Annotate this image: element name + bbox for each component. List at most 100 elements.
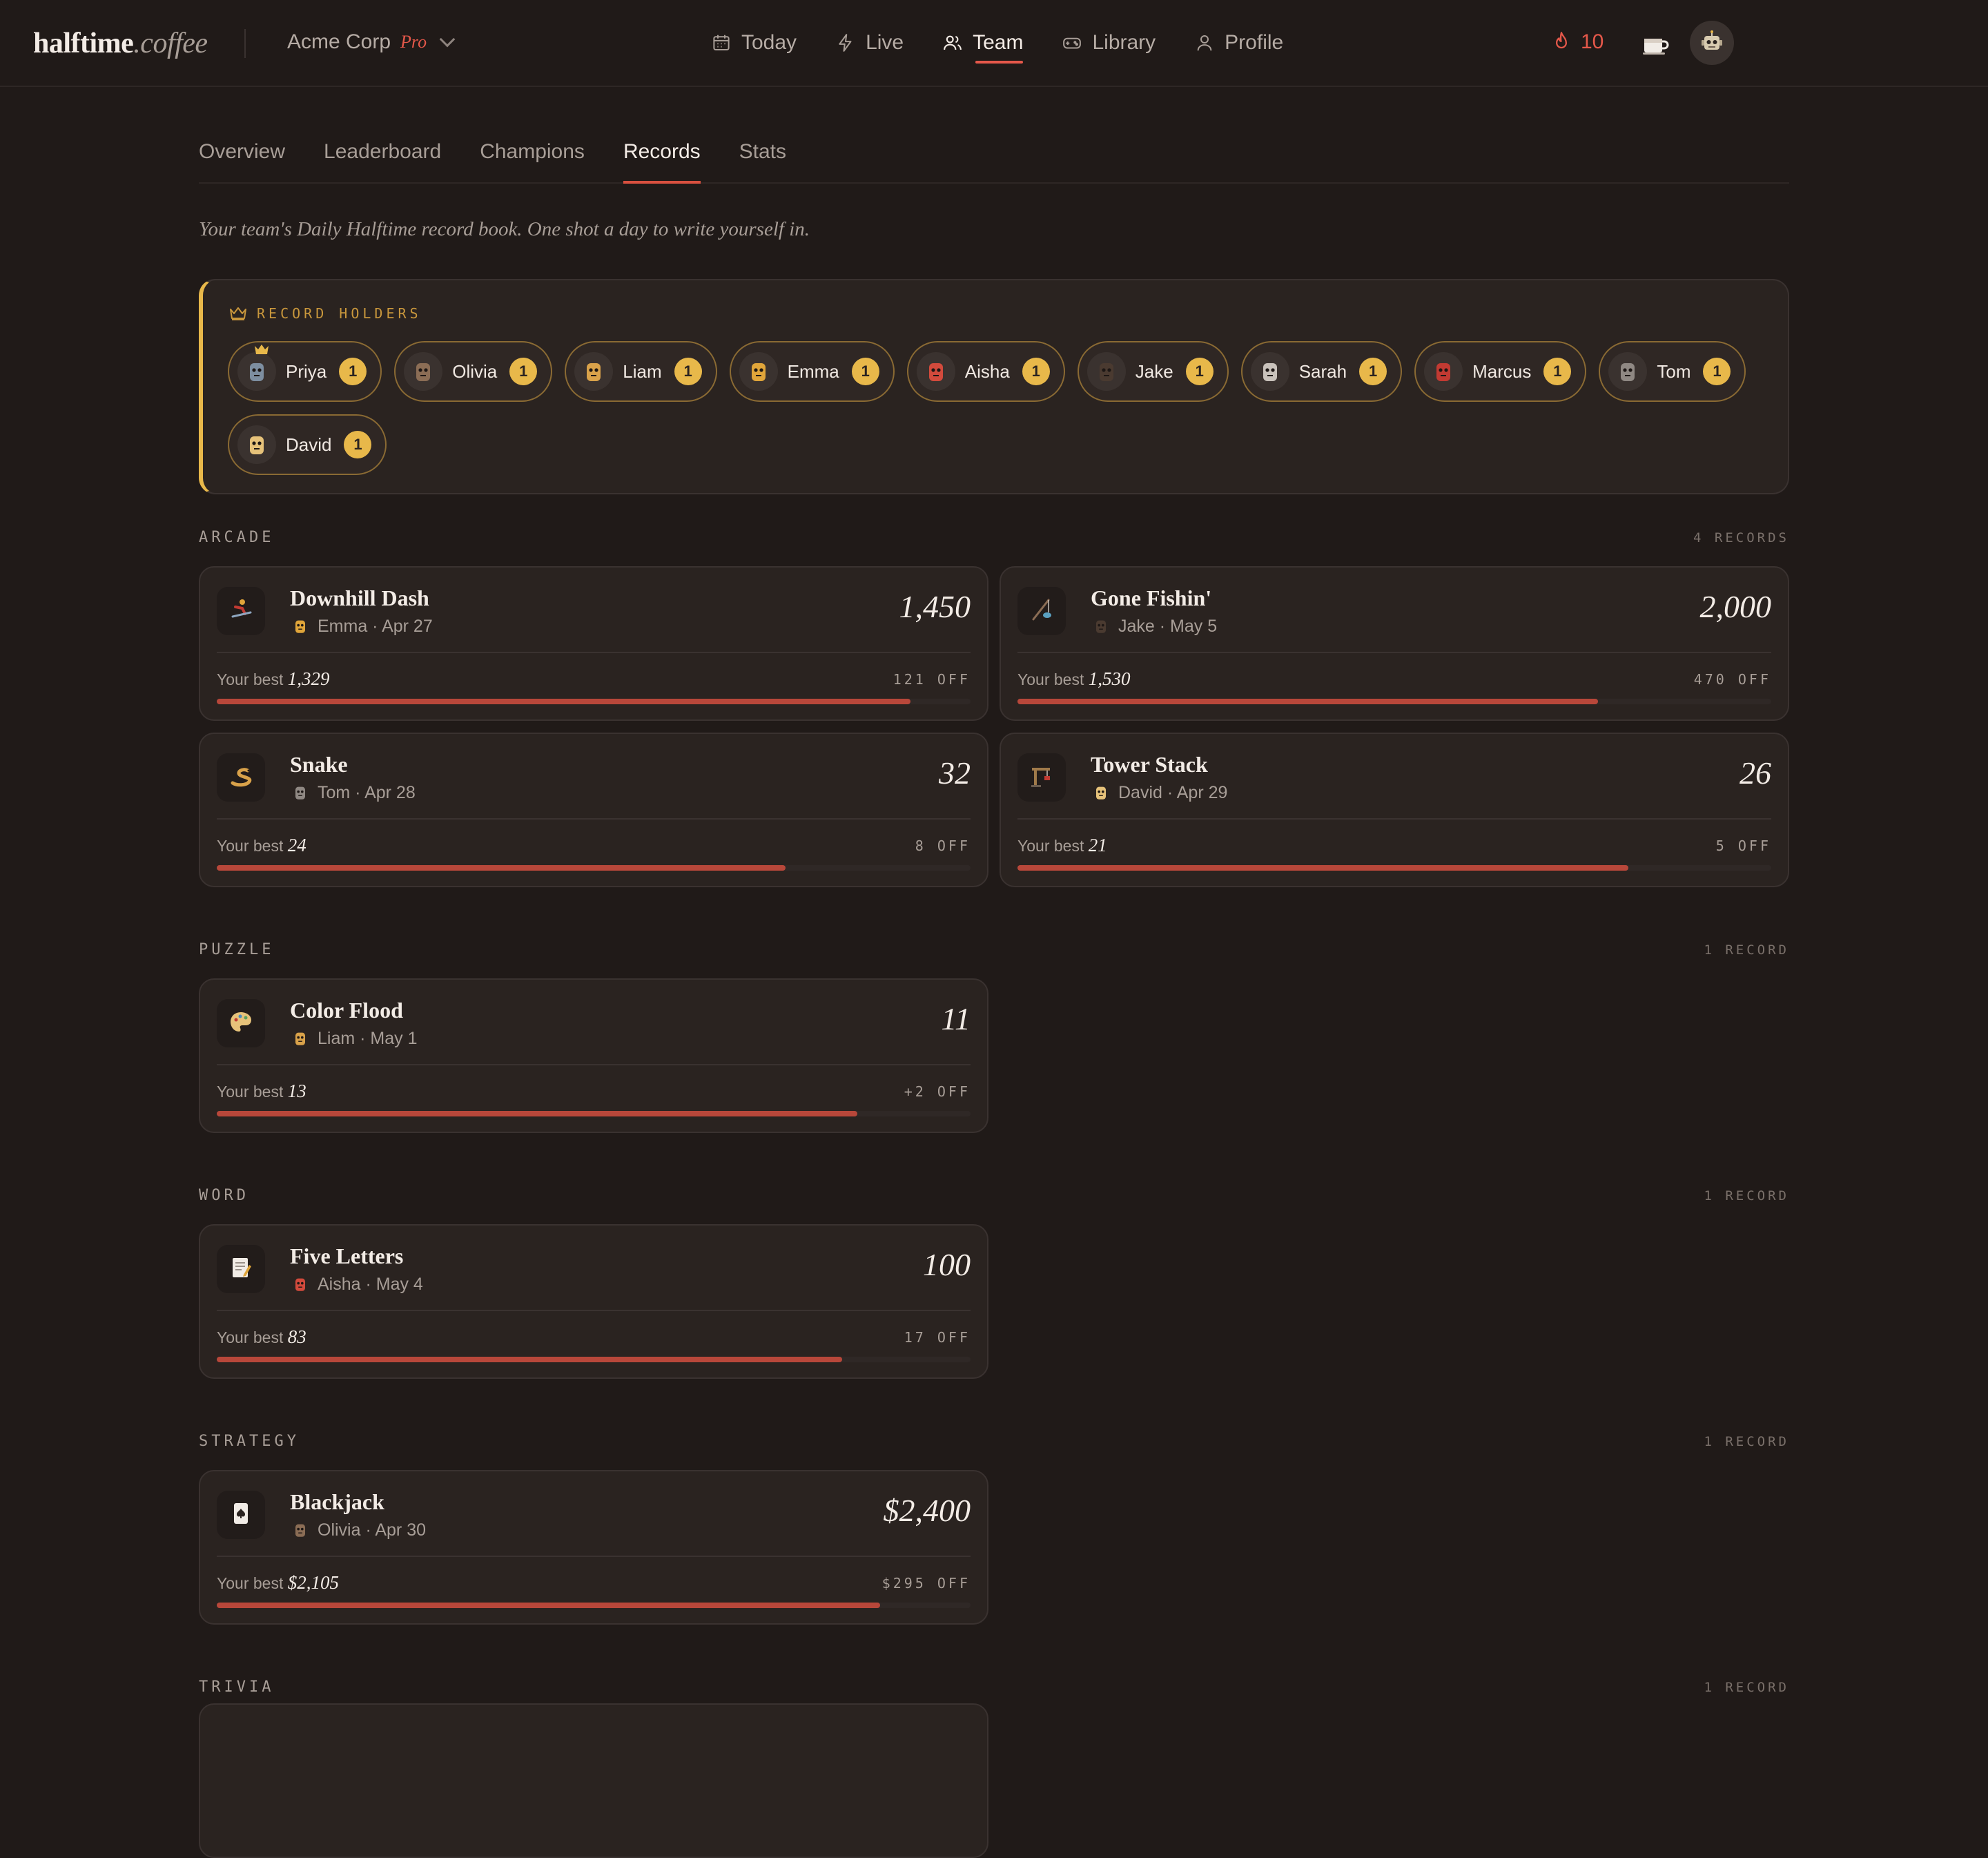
record-count-badge: 1 [1359,358,1387,385]
section-count: 4 RECORDS [1693,530,1789,545]
your-best-value: 13 [287,1081,306,1101]
gap-to-record: +2 OFF [904,1083,971,1100]
card-divider [217,652,971,653]
brand-logo[interactable]: halftime.coffee [33,26,208,60]
nav-label: Today [741,31,797,54]
nav-library[interactable]: Library [1062,25,1156,61]
page-intro: Your team's Daily Halftime record book. … [199,218,810,240]
card-divider [1017,652,1771,653]
record-holder-chip[interactable]: Sarah 1 [1240,341,1403,402]
avatar [1250,352,1289,391]
record-holder-chip[interactable]: Tom 1 [1599,341,1746,402]
palette-icon [227,1008,255,1039]
record-card[interactable]: Blackjack Olivia · Apr 30 $2,400 Your best … [199,1470,988,1625]
game-icon-tile [217,1491,265,1539]
section-name: STRATEGY [199,1433,300,1450]
record-holder-chip[interactable]: Liam 1 [565,341,717,402]
section-count: 1 RECORD [1704,1679,1789,1695]
record-count-badge: 1 [1703,358,1731,385]
holder-text: Olivia · Apr 30 [318,1520,427,1540]
record-card[interactable]: Color Flood Liam · May 1 11 Your best 13 +2 … [199,978,988,1133]
user-avatar[interactable] [1690,21,1734,65]
nav-today[interactable]: Today [711,25,797,61]
nav-label: Team [973,31,1024,54]
your-best-label: Your best [217,837,288,855]
character-avatar-icon [751,363,766,381]
game-title: Snake [290,752,348,777]
section-name: ARCADE [199,529,275,546]
your-best: Your best $2,105 [217,1572,339,1594]
record-card[interactable]: Snake Tom · Apr 28 32 Your best 24 8 OFF [199,733,988,887]
streak-value: 10 [1581,30,1604,53]
crown-icon [230,307,246,320]
holder-text: Liam · May 1 [318,1028,418,1048]
avatar [739,352,778,391]
playing-card-icon [227,1500,255,1531]
holder-text: Tom · Apr 28 [318,782,416,802]
your-best: Your best 1,530 [1017,668,1130,690]
record-holder-chip[interactable]: Olivia 1 [394,341,553,402]
record-count-badge: 1 [1185,358,1214,385]
calendar-icon [713,35,730,50]
your-best-label: Your best [217,1083,288,1101]
nav-profile[interactable]: Profile [1194,25,1283,61]
character-avatar-icon [1096,786,1106,800]
org-name: Acme Corp [287,30,391,53]
record-holder-chip[interactable]: Aisha 1 [906,341,1065,402]
section-name: WORD [199,1187,249,1204]
record-holder-chip[interactable]: Marcus 1 [1414,341,1587,402]
record-count-badge: 1 [1543,358,1572,385]
card-divider [217,818,971,820]
nav-label: Live [866,31,904,54]
tab-champions[interactable]: Champions [480,135,585,182]
progress-bar [217,1111,971,1116]
record-card[interactable] [199,1703,988,1858]
record-count-badge: 1 [851,358,879,385]
card-divider [217,1310,971,1311]
tab-records[interactable]: Records [623,135,701,184]
character-avatar-icon [250,363,264,381]
record-card[interactable]: Tower Stack David · Apr 29 26 Your best 21 5… [1000,733,1789,887]
character-avatar-icon [587,363,601,381]
tab-overview[interactable]: Overview [199,135,285,182]
tab-stats[interactable]: Stats [739,135,786,182]
avatar [1091,616,1111,637]
record-holder-chip[interactable]: Jake 1 [1077,341,1229,402]
nav-live[interactable]: Live [835,25,904,61]
holder-name: Marcus [1472,360,1532,382]
section-count: 1 RECORD [1704,1188,1789,1203]
character-avatar-icon [416,363,431,381]
record-score: 100 [923,1247,971,1282]
game-title: Blackjack [290,1489,384,1514]
progress-bar-fill [217,1111,858,1116]
gap-to-record: 17 OFF [904,1329,971,1346]
crane-icon [1028,762,1055,793]
progress-bar-fill [1017,865,1628,871]
character-avatar-icon [250,436,264,454]
your-best: Your best 1,329 [217,668,329,690]
progress-bar-fill [1017,699,1598,704]
holder-name: Priya [286,360,327,382]
record-score: 1,450 [899,589,971,624]
record-holder-chip[interactable]: Priya 1 [228,341,382,402]
game-title: Downhill Dash [290,586,429,610]
record-holder-chips: Priya 1 Olivia 1 Liam 1 Emma 1 Aisha 1 Jake 1 Sarah 1… [228,341,1774,475]
coffee-cup-icon[interactable] [1641,32,1669,57]
tab-leaderboard[interactable]: Leaderboard [324,135,441,182]
record-card[interactable]: Gone Fishin' Jake · May 5 2,000 Your best 1… [1000,566,1789,721]
avatar [1608,352,1648,391]
plan-badge: Pro [400,32,427,52]
record-count-badge: 1 [1022,358,1050,385]
streak-counter[interactable]: 10 [1552,30,1604,54]
record-count-badge: 1 [509,358,538,385]
record-holders-heading: RECORD HOLDERS [229,305,422,322]
nav-team[interactable]: Team [942,25,1024,64]
record-holder-chip[interactable]: Emma 1 [729,341,895,402]
record-card[interactable]: Five Letters Aisha · May 4 100 Your best 83… [199,1224,988,1379]
record-holder: Aisha · May 4 [290,1274,423,1295]
crown-icon [254,344,269,358]
org-switcher[interactable]: Acme Corp Pro [287,30,456,54]
record-holder-chip[interactable]: David 1 [228,414,387,475]
section-header: PUZZLE 1 RECORD [199,941,1789,958]
record-card[interactable]: Downhill Dash Emma · Apr 27 1,450 Your best… [199,566,988,721]
